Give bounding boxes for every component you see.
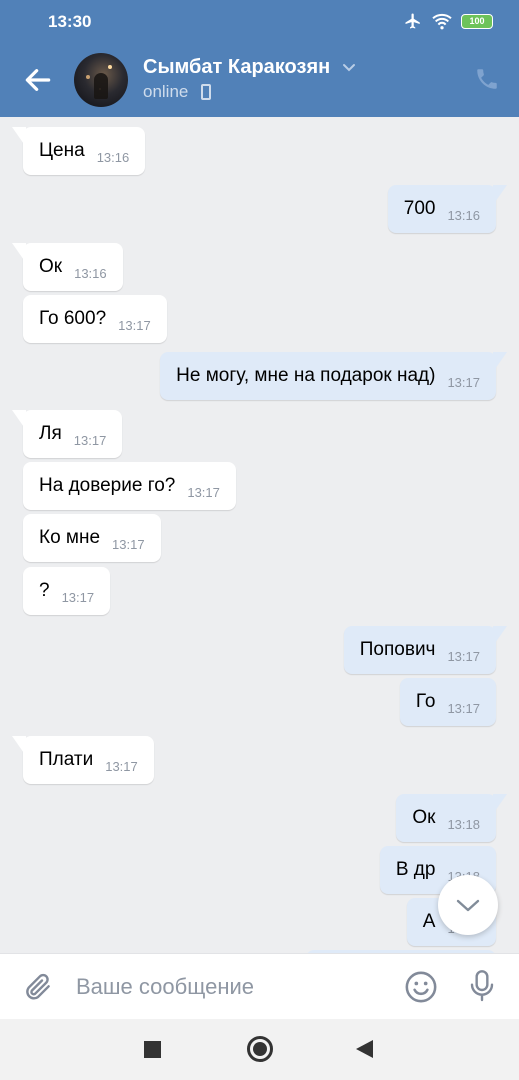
message-text: На доверие го? — [39, 475, 176, 496]
message-incoming[interactable]: Ля 13:17 — [11, 410, 123, 458]
status-time: 13:30 — [48, 12, 92, 31]
microphone-icon[interactable] — [466, 968, 498, 1004]
home-button[interactable] — [247, 1036, 273, 1062]
contact-status: online — [143, 82, 189, 101]
recents-button[interactable] — [144, 1041, 161, 1058]
message-time: 13:17 — [118, 317, 151, 333]
emoji-icon[interactable] — [404, 970, 438, 1004]
message-text: Ля — [39, 423, 62, 444]
message-text: Ко мне — [39, 527, 101, 548]
chat-header: 13:30 100 Сымбат Каракозян online — [0, 0, 519, 117]
message-time: 13:17 — [447, 700, 480, 716]
message-text: 700 — [403, 198, 436, 219]
battery-icon: 100 — [461, 13, 493, 29]
system-back-button[interactable] — [356, 1040, 373, 1058]
message-composer — [0, 953, 519, 1019]
chevron-down-icon[interactable] — [341, 62, 357, 74]
message-time: 13:18 — [447, 816, 480, 832]
status-icons: 100 — [403, 12, 493, 30]
message-incoming[interactable]: Плати 13:17 — [12, 736, 154, 784]
message-time: 13:17 — [61, 589, 95, 605]
phone-icon[interactable] — [474, 66, 500, 92]
message-text: Го — [415, 691, 436, 712]
message-outgoing[interactable]: Не могу, мне на подарок над) 13:17 — [160, 352, 507, 400]
message-outgoing[interactable]: 700 13:16 — [387, 185, 508, 233]
message-text: Попович — [359, 639, 436, 660]
message-outgoing[interactable]: Го 13:17 — [399, 678, 496, 726]
message-time: 13:17 — [447, 648, 480, 664]
message-time: 13:17 — [112, 536, 145, 552]
message-time: 13:17 — [187, 484, 220, 500]
mobile-online-icon — [201, 84, 211, 100]
message-incoming[interactable]: Ко мне 13:17 — [23, 514, 161, 562]
message-text: В др — [395, 859, 436, 880]
message-time: 13:16 — [96, 149, 130, 165]
message-incoming[interactable]: Цена 13:16 — [11, 127, 146, 175]
message-time: 13:17 — [447, 374, 480, 390]
contact-name[interactable]: Сымбат Каракозян — [143, 56, 330, 79]
message-text: Го 600? — [39, 308, 107, 329]
message-list[interactable]: Цена 13:16 700 13:16 Ок 13:16 Го 600? 13… — [0, 117, 519, 953]
message-incoming[interactable]: ? 13:17 — [23, 567, 111, 615]
message-text: А — [422, 911, 436, 932]
scroll-down-button[interactable] — [438, 875, 498, 935]
wifi-icon — [432, 13, 452, 30]
message-time: 13:16 — [74, 265, 107, 281]
message-text: Цена — [39, 140, 85, 161]
message-text: Не могу, мне на подарок над) — [176, 365, 436, 386]
message-incoming[interactable]: На доверие го? 13:17 — [23, 462, 236, 510]
message-text: Ок — [412, 807, 436, 828]
message-input[interactable] — [76, 970, 376, 1004]
message-outgoing[interactable]: Попович 13:17 — [343, 626, 508, 674]
status-bar: 13:30 100 — [0, 0, 519, 46]
message-outgoing[interactable]: Ок 13:18 — [396, 794, 507, 842]
system-navigation-bar — [0, 1019, 519, 1080]
message-text: Ок — [39, 256, 63, 277]
message-text: ? — [39, 580, 50, 601]
back-arrow-icon[interactable] — [22, 64, 54, 96]
avatar-photo-light — [108, 65, 112, 69]
message-text: Плати — [39, 749, 94, 770]
airplane-icon — [405, 13, 420, 29]
scroll-down-icon — [456, 899, 480, 912]
paperclip-icon[interactable] — [22, 970, 54, 1004]
message-time: 13:17 — [105, 758, 138, 774]
avatar[interactable] — [74, 53, 128, 107]
message-incoming[interactable]: Ок 13:16 — [12, 243, 123, 291]
message-incoming[interactable]: Го 600? 13:17 — [23, 295, 167, 343]
avatar-photo-figure — [94, 73, 108, 99]
message-time: 13:16 — [447, 207, 480, 223]
message-time: 13:17 — [73, 432, 107, 448]
